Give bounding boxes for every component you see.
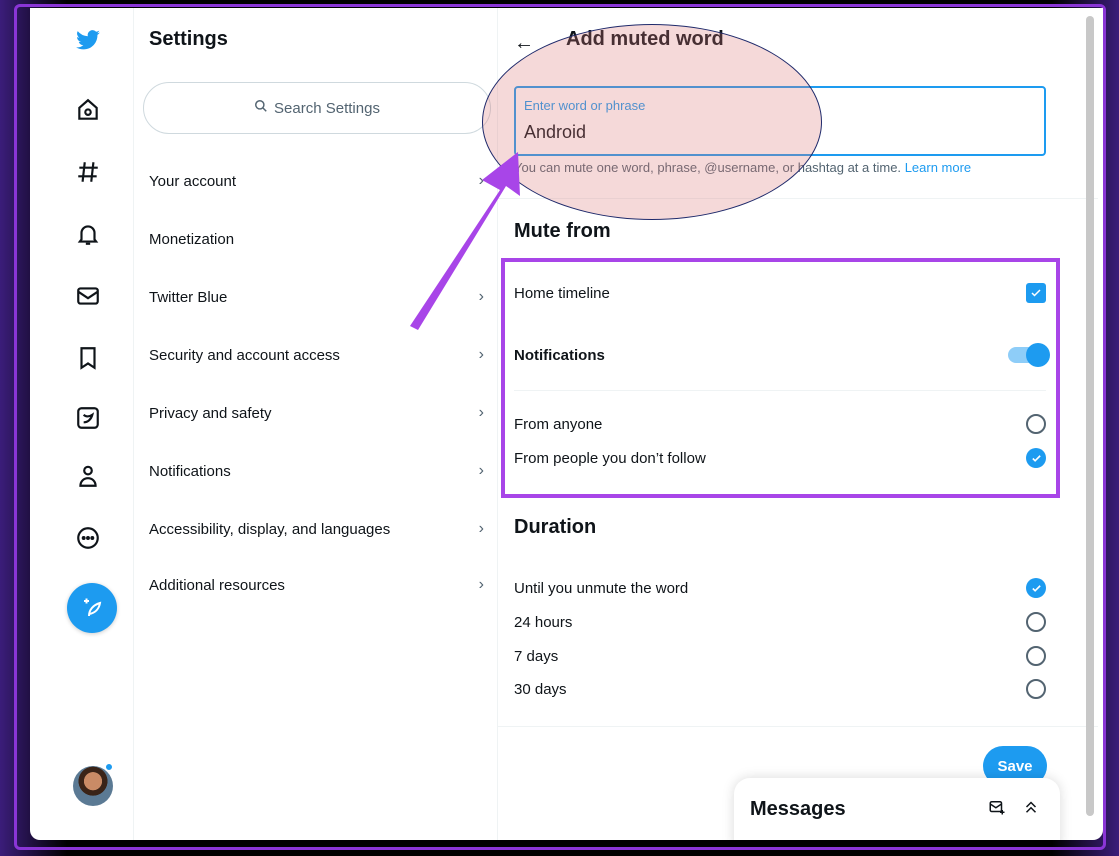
chevron-right-icon: › xyxy=(478,520,484,537)
settings-item-label: Additional resources xyxy=(149,576,285,594)
duration-label: 24 hours xyxy=(514,613,573,631)
settings-item-accessibility[interactable]: Accessibility, display, and languages › xyxy=(149,514,484,544)
duration-label: 30 days xyxy=(514,680,567,698)
duration-option[interactable]: Until you unmute the word xyxy=(514,573,1046,603)
settings-item-notifications[interactable]: Notifications › xyxy=(149,456,484,486)
duration-label: Until you unmute the word xyxy=(514,579,689,597)
duration-radio[interactable] xyxy=(1026,679,1046,699)
duration-label: 7 days xyxy=(514,647,559,665)
highlight-rectangle xyxy=(501,258,1060,498)
messages-actions xyxy=(988,798,1040,821)
scrollbar[interactable] xyxy=(1086,16,1094,816)
messages-title: Messages xyxy=(750,798,846,820)
duration-option[interactable]: 24 hours xyxy=(514,607,1046,637)
avatar[interactable] xyxy=(73,766,113,806)
feather-plus-icon xyxy=(84,598,102,617)
chevron-right-icon: › xyxy=(478,404,484,421)
messages-drawer[interactable]: Messages xyxy=(734,778,1060,840)
settings-title: Settings xyxy=(149,28,228,50)
bell-icon[interactable] xyxy=(74,220,102,248)
chevron-up-icon[interactable] xyxy=(1022,798,1040,821)
compose-tweet-button[interactable] xyxy=(67,583,117,633)
back-arrow-icon[interactable]: ← xyxy=(514,32,534,55)
bookmark-icon[interactable] xyxy=(74,344,102,372)
duration-heading: Duration xyxy=(514,516,597,538)
duration-radio[interactable] xyxy=(1026,612,1046,632)
divider xyxy=(498,726,1098,727)
settings-item-label: Twitter Blue xyxy=(149,288,228,306)
search-icon xyxy=(254,99,268,117)
home-icon[interactable] xyxy=(74,96,102,124)
chevron-right-icon: › xyxy=(478,462,484,479)
learn-more-link[interactable]: Learn more xyxy=(905,160,971,175)
more-icon[interactable] xyxy=(74,524,102,552)
settings-item-privacy[interactable]: Privacy and safety › xyxy=(149,398,484,428)
settings-item-security[interactable]: Security and account access › xyxy=(149,340,484,370)
duration-option[interactable]: 30 days xyxy=(514,674,1046,704)
settings-item-label: Accessibility, display, and languages xyxy=(149,520,391,538)
search-placeholder: Search Settings xyxy=(274,99,380,117)
duration-option[interactable]: 7 days xyxy=(514,641,1046,671)
check-icon xyxy=(1031,584,1041,592)
duration-radio[interactable] xyxy=(1026,578,1046,598)
settings-item-label: Security and account access xyxy=(149,346,340,364)
duration-radio[interactable] xyxy=(1026,646,1046,666)
profile-icon[interactable] xyxy=(74,462,102,490)
hashtag-icon[interactable] xyxy=(74,158,102,186)
settings-column: Settings Search Settings Your account › … xyxy=(134,8,498,840)
envelope-icon[interactable] xyxy=(74,282,102,310)
chevron-right-icon: › xyxy=(478,576,484,593)
new-message-icon[interactable] xyxy=(988,798,1006,821)
settings-item-additional-resources[interactable]: Additional resources › xyxy=(149,570,484,600)
settings-item-label: Notifications xyxy=(149,462,231,480)
settings-item-label: Monetization xyxy=(149,230,235,248)
settings-item-label: Privacy and safety xyxy=(149,404,272,422)
notification-dot xyxy=(105,763,113,771)
twitter-blue-icon[interactable] xyxy=(74,404,102,432)
icon-rail xyxy=(30,8,134,840)
twitter-bird-icon[interactable] xyxy=(74,26,102,54)
annotation-arrow-icon xyxy=(410,152,520,330)
chevron-right-icon: › xyxy=(478,346,484,363)
settings-item-label: Your account xyxy=(149,172,237,190)
search-input[interactable]: Search Settings xyxy=(143,82,491,134)
